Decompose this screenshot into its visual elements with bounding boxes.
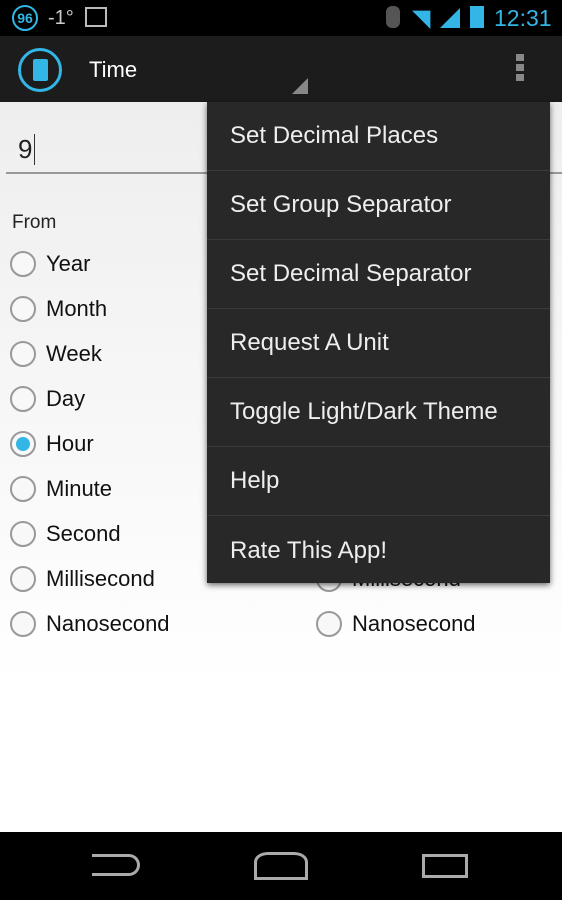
clock: 12:31 [494, 5, 552, 31]
calculator-icon[interactable] [18, 48, 62, 92]
menu-item-request-unit[interactable]: Request A Unit [207, 309, 550, 378]
from-radio-hour[interactable]: Hour [10, 429, 94, 459]
action-bar: Time [0, 36, 562, 102]
from-radio-day[interactable]: Day [10, 384, 85, 414]
menu-item-rate-app[interactable]: Rate This App! [207, 516, 550, 585]
from-radio-second[interactable]: Second [10, 519, 121, 549]
home-icon[interactable] [254, 852, 308, 880]
menu-item-help[interactable]: Help [207, 447, 550, 516]
signal-icon [440, 8, 460, 28]
page-title: Time [89, 57, 138, 82]
recent-apps-icon[interactable] [422, 854, 468, 878]
menu-item-set-decimal-separator[interactable]: Set Decimal Separator [207, 240, 550, 309]
bluetooth-icon [386, 6, 400, 28]
from-radio-minute[interactable]: Minute [10, 474, 112, 504]
spinner-triangle-icon [292, 78, 308, 94]
overflow-menu-icon[interactable] [512, 54, 528, 86]
status-bar: 96 -1° ◥ 12:31 [0, 0, 562, 36]
menu-item-set-decimal-places[interactable]: Set Decimal Places [207, 102, 550, 171]
to-radio-nanosecond[interactable]: Nanosecond [316, 609, 476, 639]
overflow-menu: Set Decimal Places Set Group Separator S… [207, 102, 550, 583]
temperature: -1° [48, 7, 74, 29]
menu-item-toggle-theme[interactable]: Toggle Light/Dark Theme [207, 378, 550, 447]
navigation-bar [0, 832, 562, 900]
from-radio-millisecond[interactable]: Millisecond [10, 564, 155, 594]
battery-icon [470, 6, 484, 28]
menu-item-set-group-separator[interactable]: Set Group Separator [207, 171, 550, 240]
back-icon[interactable] [92, 854, 140, 876]
unit-category-spinner[interactable]: Time [80, 36, 310, 102]
image-icon [85, 7, 107, 27]
from-radio-year[interactable]: Year [10, 249, 90, 279]
from-label: From [12, 212, 57, 233]
from-radio-month[interactable]: Month [10, 294, 107, 324]
from-radio-week[interactable]: Week [10, 339, 102, 369]
notification-badge: 96 [12, 5, 38, 31]
wifi-icon: ◥ [412, 5, 431, 32]
from-radio-nanosecond[interactable]: Nanosecond [10, 609, 170, 639]
